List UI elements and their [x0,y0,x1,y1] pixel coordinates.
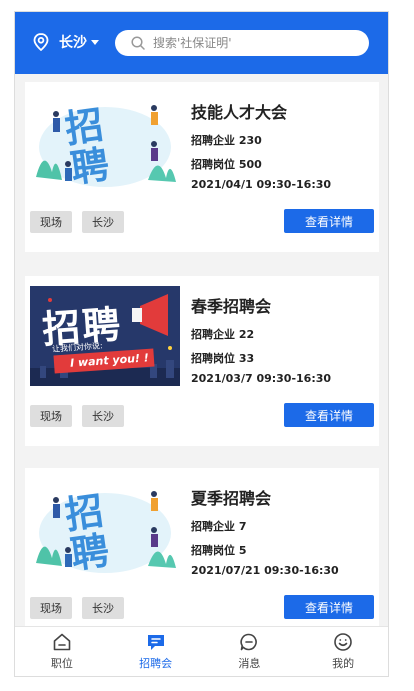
fair-companies: 招聘企业 7 [191,520,247,533]
chat-icon [147,635,164,650]
fair-title: 技能人才大会 [191,103,288,122]
fair-thumbnail: 招聘 [30,478,180,578]
tag-city: 长沙 [82,211,124,233]
fair-time: 2021/07/21 09:30-16:30 [191,564,339,577]
search-box[interactable] [115,30,369,56]
fair-card: 招聘 技能人才大会 招聘企业 230 招聘岗位 500 2021/04/1 09… [25,82,379,252]
bottom-nav: 职位 招聘会 消息 我的 [15,626,388,676]
nav-item-messages[interactable]: 消息 [203,627,297,676]
fair-time: 2021/03/7 09:30-16:30 [191,372,332,385]
tag-type: 现场 [30,405,72,427]
fair-positions: 招聘岗位 500 [191,158,262,171]
view-details-button[interactable]: 查看详情 [284,209,374,233]
tag-city: 长沙 [82,597,124,619]
fair-tags: 现场 长沙 [30,597,124,619]
nav-item-me[interactable]: 我的 [296,627,388,676]
fair-card: 招聘 让我们对你说: I want you! ! 春季招聘会 招聘企业 22 招… [25,276,379,446]
nav-item-jobs[interactable]: 职位 [15,627,109,676]
search-input[interactable] [153,36,343,50]
view-details-button[interactable]: 查看详情 [284,403,374,427]
nav-item-fairs[interactable]: 招聘会 [109,627,203,676]
message-icon [240,633,258,651]
fair-time: 2021/04/1 09:30-16:30 [191,178,332,191]
nav-label: 消息 [238,657,261,670]
tag-type: 现场 [30,211,72,233]
search-icon [131,36,145,50]
fair-companies: 招聘企业 22 [191,328,255,341]
fair-positions: 招聘岗位 33 [191,352,255,365]
home-icon [53,633,71,651]
fair-card: 招聘 夏季招聘会 招聘企业 7 招聘岗位 5 2021/07/21 09:30-… [25,468,379,628]
header-bar: 长沙 [15,12,388,74]
fair-thumbnail: 招聘 [30,92,180,192]
city-label: 长沙 [59,35,87,51]
tag-city: 长沙 [82,405,124,427]
fair-tags: 现场 长沙 [30,211,124,233]
fair-positions: 招聘岗位 5 [191,544,247,557]
tag-type: 现场 [30,597,72,619]
fair-list[interactable]: 招聘 技能人才大会 招聘企业 230 招聘岗位 500 2021/04/1 09… [15,74,388,628]
nav-label: 招聘会 [139,657,173,670]
fair-title: 夏季招聘会 [191,489,272,508]
fair-thumbnail: 招聘 让我们对你说: I want you! ! [30,286,180,386]
fair-tags: 现场 长沙 [30,405,124,427]
smile-icon [334,633,352,651]
nav-label: 职位 [50,657,73,670]
nav-label: 我的 [332,657,355,670]
app-frame: 长沙 搜索'社保证明' 招聘 技能人才大会 招聘企业 230 招聘岗位 500 … [14,11,389,677]
fair-companies: 招聘企业 230 [191,134,262,147]
view-details-button[interactable]: 查看详情 [284,595,374,619]
location-pin-icon [33,33,49,51]
location-selector[interactable]: 长沙 [33,32,99,52]
fair-title: 春季招聘会 [191,297,272,316]
chevron-down-icon [91,39,99,45]
